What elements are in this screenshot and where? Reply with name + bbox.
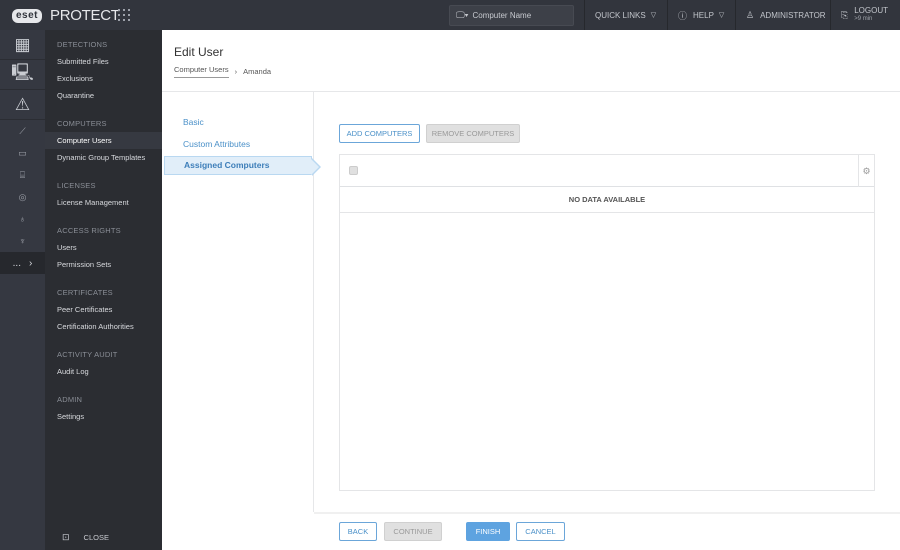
- section-detections: DETECTIONS: [57, 40, 108, 49]
- chevron-right-icon: ›: [234, 67, 238, 76]
- step-assigned-computers[interactable]: Assigned Computers: [164, 156, 312, 175]
- table-header: ⚙: [340, 155, 874, 187]
- product-name: PROTECT: [50, 7, 120, 24]
- back-button[interactable]: BACK: [339, 522, 377, 541]
- detections-icon[interactable]: ⚠: [0, 90, 45, 120]
- section-licenses: LICENSES: [57, 181, 96, 190]
- breadcrumb-current: Amanda: [243, 67, 272, 76]
- nav-panel: DETECTIONS Submitted Files Exclusions Qu…: [45, 30, 162, 550]
- nav-users[interactable]: Users: [45, 239, 162, 256]
- logout-label: LOGOUT: [854, 6, 888, 15]
- user-label: ADMINISTRATOR: [760, 10, 826, 20]
- eset-logo[interactable]: eset PROTECT: [12, 7, 120, 24]
- wizard-footer: BACK CONTINUE FINISH CANCEL: [314, 512, 900, 550]
- more-button[interactable]: ... ›: [0, 252, 45, 274]
- empty-message: NO DATA AVAILABLE: [340, 187, 874, 213]
- nav-permission-sets[interactable]: Permission Sets: [45, 256, 162, 273]
- eset-badge: eset: [12, 8, 43, 23]
- close-menu-button[interactable]: ⊡ CLOSE: [45, 530, 162, 544]
- chevron-down-icon: ▽: [718, 12, 725, 19]
- collapse-icon: ⊡: [62, 531, 70, 542]
- nav-audit-log[interactable]: Audit Log: [45, 363, 162, 380]
- finish-button[interactable]: FINISH: [466, 522, 510, 541]
- nav-license-management[interactable]: License Management: [45, 194, 162, 211]
- tasks-icon[interactable]: ▭: [0, 142, 45, 164]
- section-computers: COMPUTERS: [57, 119, 107, 128]
- continue-button[interactable]: CONTINUE: [384, 522, 442, 541]
- step-custom-attributes[interactable]: Custom Attributes: [183, 139, 250, 149]
- nav-quarantine[interactable]: Quarantine: [45, 87, 162, 104]
- active-step-arrow: [311, 158, 321, 176]
- chevron-right-icon: ›: [29, 257, 33, 269]
- app-grid-icon[interactable]: [118, 9, 130, 21]
- nav-settings[interactable]: Settings: [45, 408, 162, 425]
- notifications-icon[interactable]: ♁: [0, 208, 45, 230]
- select-all-checkbox[interactable]: [349, 166, 358, 175]
- section-certificates: CERTIFICATES: [57, 288, 113, 297]
- nav-exclusions[interactable]: Exclusions: [45, 70, 162, 87]
- breadcrumb: Computer Users › Amanda: [174, 65, 271, 78]
- help-label: HELP: [693, 10, 714, 20]
- policies-icon[interactable]: ◎: [0, 186, 45, 208]
- more-label: ...: [12, 257, 21, 269]
- user-icon: ♙: [746, 9, 755, 20]
- chevron-down-icon: ▽: [650, 12, 657, 19]
- nav-certification-authorities[interactable]: Certification Authorities: [45, 318, 162, 335]
- wizard-steps: Basic Custom Attributes Assigned Compute…: [162, 92, 321, 512]
- remove-computers-button[interactable]: REMOVE COMPUTERS: [426, 124, 520, 143]
- computer-icon[interactable]: 🖵▾: [456, 10, 468, 21]
- top-bar: eset PROTECT 🖵▾ Computer Name QUICK LINK…: [0, 0, 900, 30]
- section-activity-audit: ACTIVITY AUDIT: [57, 350, 118, 359]
- status-overview-icon[interactable]: ♆: [0, 230, 45, 252]
- search-placeholder: Computer Name: [472, 11, 532, 20]
- gear-icon[interactable]: ⚙: [858, 155, 874, 187]
- main-content: Edit User Computer Users › Amanda Basic …: [162, 30, 900, 550]
- dashboard-icon[interactable]: ▦: [0, 30, 45, 60]
- quick-links-label: QUICK LINKS: [595, 10, 646, 20]
- logout-icon: ⎘: [841, 9, 849, 20]
- computer-search-input[interactable]: 🖵▾ Computer Name: [449, 5, 574, 26]
- page-header: Edit User Computer Users › Amanda: [162, 30, 900, 92]
- breadcrumb-computer-users[interactable]: Computer Users: [174, 65, 229, 78]
- help-menu[interactable]: ⓘ HELP ▽: [667, 0, 735, 30]
- close-label: CLOSE: [83, 532, 109, 542]
- user-menu[interactable]: ♙ ADMINISTRATOR: [735, 0, 830, 30]
- logout-button[interactable]: ⎘ LOGOUT >9 min: [830, 0, 900, 30]
- quick-links-menu[interactable]: QUICK LINKS ▽: [584, 0, 667, 30]
- installers-icon[interactable]: ⌸: [0, 164, 45, 186]
- help-icon: ⓘ: [678, 10, 688, 21]
- section-access-rights: ACCESS RIGHTS: [57, 226, 121, 235]
- nav-submitted-files[interactable]: Submitted Files: [45, 53, 162, 70]
- nav-computer-users[interactable]: Computer Users: [45, 132, 162, 149]
- cancel-button[interactable]: CANCEL: [516, 522, 565, 541]
- computers-icon[interactable]: 🖳: [0, 60, 45, 90]
- page-title: Edit User: [174, 45, 224, 59]
- session-timer: >9 min: [854, 16, 873, 22]
- add-computers-button[interactable]: ADD COMPUTERS: [339, 124, 420, 143]
- section-admin: ADMIN: [57, 395, 83, 404]
- nav-peer-certificates[interactable]: Peer Certificates: [45, 301, 162, 318]
- reports-icon[interactable]: ⟋: [0, 120, 45, 142]
- step-basic[interactable]: Basic: [183, 117, 204, 127]
- icon-rail: ▦ 🖳 ⚠ ⟋ ▭ ⌸ ◎ ♁ ♆ ... ›: [0, 30, 45, 550]
- computers-table: ⚙ NO DATA AVAILABLE: [339, 154, 875, 491]
- nav-dynamic-group-templates[interactable]: Dynamic Group Templates: [45, 149, 162, 166]
